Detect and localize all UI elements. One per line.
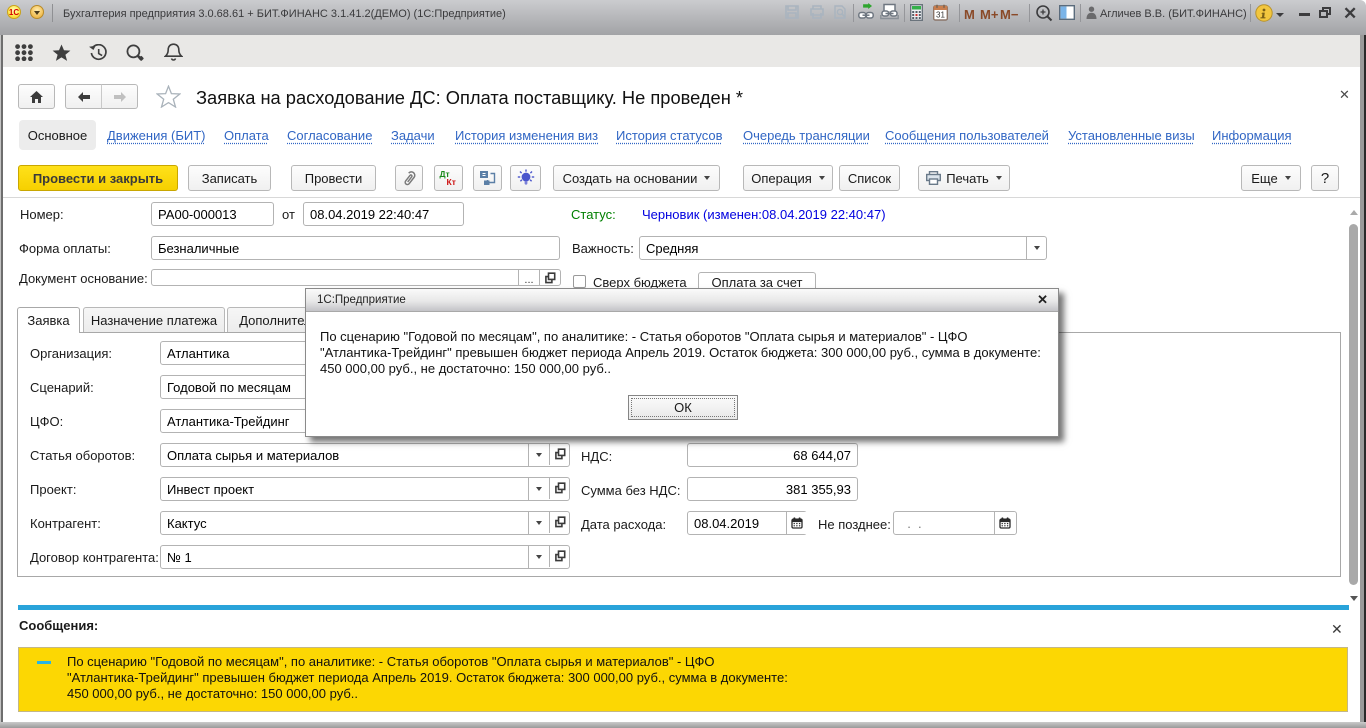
svg-text:31: 31: [936, 11, 945, 20]
